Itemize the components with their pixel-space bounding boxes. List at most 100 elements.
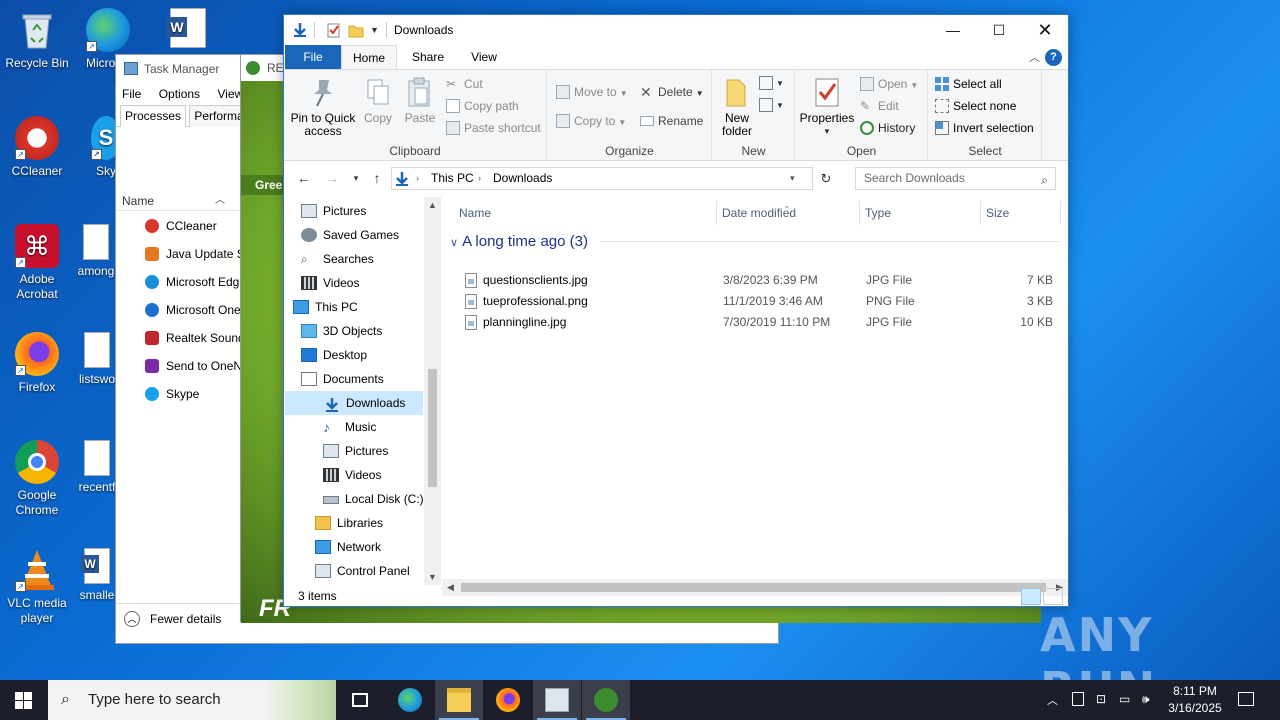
nav-item-saved-games[interactable]: Saved Games [301,223,399,247]
paste-button[interactable]: Paste [402,74,438,125]
up-arrow-icon[interactable]: ↑ [366,167,388,189]
desktop-icon-firefox[interactable]: ↗ Firefox [0,332,74,395]
desktop-icon-image-file[interactable]: among [76,224,116,279]
nav-item-network[interactable]: Network [315,535,381,559]
desktop-icon-word[interactable]: W [167,8,208,52]
list-item[interactable]: CCleaner [142,217,242,245]
desktop-icon-word-doc[interactable]: W smalle [76,548,118,603]
taskbar-firefox[interactable] [484,680,532,720]
nav-item-control-panel[interactable]: Control Panel [315,559,410,583]
easy-access-button[interactable]: ▼ [759,94,789,114]
list-item[interactable]: Microsoft Edg [142,273,242,301]
edit-button[interactable]: ✎ Edit [858,96,899,116]
nav-item-pictures[interactable]: Pictures [323,439,388,463]
desktop-icon-ccleaner[interactable]: ↗ CCleaner [0,116,74,179]
close-button[interactable]: ✕ [1022,15,1068,45]
desktop-icon-image-file[interactable]: listswo [76,332,118,387]
menu-file[interactable]: File [122,87,141,101]
address-dropdown-icon[interactable]: ▾ [790,168,795,189]
new-folder-button[interactable]: New folder [715,74,759,138]
details-view-icon[interactable] [1021,588,1041,605]
tab-share[interactable]: Share [404,45,452,69]
nav-item-videos[interactable]: Videos [323,463,381,487]
rename-button[interactable]: Rename [638,111,703,131]
nav-item-music[interactable]: ♪ Music [323,415,376,439]
taskbar-clock[interactable]: 8:11 PM 3/16/2025 [1160,683,1230,717]
select-all-button[interactable]: Select all [933,74,1002,94]
taskbar-ftp-app[interactable] [582,680,630,720]
nav-item-documents[interactable]: Documents [301,367,384,391]
desktop-icon-image-file[interactable]: recentf [76,440,118,495]
column-header-name[interactable]: Name ︿ [116,191,241,211]
new-folder-icon[interactable] [348,22,364,38]
nav-item-desktop[interactable]: Desktop [301,343,367,367]
tab-processes[interactable]: Processes [120,105,187,127]
scroll-down-icon[interactable]: ▼ [424,569,441,585]
battery-icon[interactable] [1072,692,1084,706]
nav-item-this-pc[interactable]: This PC [293,295,358,319]
nav-item-downloads[interactable]: Downloads [285,391,423,415]
copy-path-button[interactable]: Copy path [444,96,519,116]
help-icon[interactable]: ? [1045,49,1062,66]
explorer-titlebar[interactable]: ▼ Downloads — ☐ ✕ [284,15,1068,45]
cut-button[interactable]: ✂ Cut [444,74,483,94]
menu-options[interactable]: Options [159,87,200,101]
nav-item-videos[interactable]: Videos [301,271,359,295]
file-row[interactable]: questionsclients.jpg 3/8/2023 6:39 PM JP… [462,270,1058,291]
notifications-icon[interactable] [1238,692,1254,706]
column-header-date-modified[interactable]: Date modified ⌄ [717,200,860,225]
taskbar-edge[interactable] [386,680,434,720]
nav-item-libraries[interactable]: Libraries [315,511,383,535]
desktop-icon-chrome[interactable]: Google Chrome [0,440,74,518]
history-button[interactable]: History [858,118,915,138]
address-bar[interactable]: › This PC › Downloads ▾ ↻ [391,167,831,190]
forward-arrow-icon[interactable]: → [321,167,343,189]
desktop-icon-acrobat[interactable]: ⌘ ↗ Adobe Acrobat [0,224,74,302]
desktop-icon-vlc[interactable]: ↗ VLC media player [0,548,74,626]
back-arrow-icon[interactable]: ← [293,167,315,189]
maximize-button[interactable]: ☐ [976,15,1022,45]
delete-button[interactable]: ✕ Delete ▼ [638,82,704,102]
tab-view[interactable]: View [460,45,508,69]
minimize-button[interactable]: — [930,15,976,45]
open-button[interactable]: Open ▼ [858,74,918,94]
nav-pane-scrollbar[interactable]: ▲ ▼ [424,197,441,585]
file-row[interactable]: tueprofessional.png 11/1/2019 3:46 AM PN… [462,291,1058,312]
group-header[interactable]: ∨ A long time ago (3) [450,231,588,253]
nav-item-searches[interactable]: ⌕ Searches [301,247,374,271]
copy-to-button[interactable]: Copy to ▼ [554,111,626,131]
nav-item-3d-objects[interactable]: 3D Objects [301,319,382,343]
tab-home[interactable]: Home [341,45,397,69]
search-input[interactable]: Search Downloads ⌕ [855,167,1056,190]
list-item[interactable]: Java Update Sc [142,245,242,273]
list-item[interactable]: Skype [142,385,242,413]
task-view-button[interactable] [336,680,384,720]
file-row[interactable]: planningline.jpg 7/30/2019 11:10 PM JPG … [462,312,1058,333]
invert-selection-button[interactable]: Invert selection [933,118,1034,138]
network-icon[interactable]: ▭ [1119,692,1130,706]
qat-customize-dropdown-icon[interactable]: ▼ [370,22,379,38]
list-item[interactable]: Send to OneN [142,357,242,385]
tab-file[interactable]: File [285,45,341,69]
taskbar-file-explorer[interactable] [435,680,483,720]
scroll-up-icon[interactable]: ▲ [424,197,441,213]
show-hidden-icons-chevron-icon[interactable]: ︿ [1047,692,1058,708]
move-to-button[interactable]: Move to ▼ [554,82,628,102]
properties-check-icon[interactable] [326,22,342,38]
nav-item-local-disk[interactable]: Local Disk (C:) [323,487,424,511]
select-none-button[interactable]: Select none [933,96,1016,116]
scrollbar-thumb[interactable] [428,369,437,487]
recent-locations-dropdown-icon[interactable]: ▾ [345,167,367,189]
fewer-details-button[interactable]: ︿ Fewer details [116,603,246,633]
pin-to-quick-access-button[interactable]: Pin to Quick access [288,74,358,138]
start-button[interactable] [0,680,48,720]
column-header-type[interactable]: Type [860,201,981,225]
list-item[interactable]: Realtek Sound [142,329,242,357]
collapse-ribbon-icon[interactable]: ︿ [1029,49,1040,65]
breadcrumb-downloads[interactable]: Downloads [493,168,552,189]
breadcrumb-this-pc[interactable]: This PC [431,168,474,189]
taskbar-search-box[interactable]: ⌕ Type here to search [48,680,336,720]
volume-icon[interactable]: 🕪 [1142,692,1150,707]
list-item[interactable]: Microsoft One [142,301,242,329]
copy-button[interactable]: Copy [360,74,396,125]
